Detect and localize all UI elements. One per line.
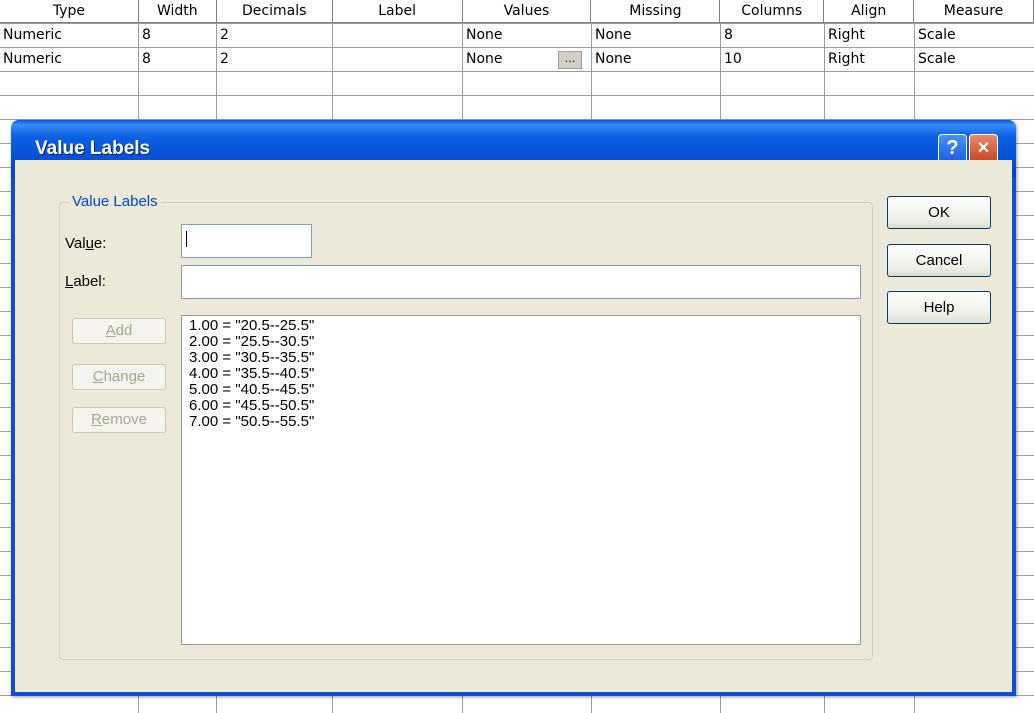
cell-measure[interactable]: Scale	[915, 48, 1034, 71]
dialog-title: Value Labels	[35, 138, 151, 159]
cell-missing[interactable]: None	[592, 48, 720, 71]
values-ellipsis-button[interactable]: ...	[558, 51, 582, 69]
label-field-label: Label:	[65, 273, 106, 290]
column-header-measure[interactable]: Measure	[914, 0, 1034, 23]
cell-columns[interactable]: 10	[721, 48, 824, 71]
list-item[interactable]: 7.00 = "50.5--55.5"	[189, 414, 860, 430]
remove-button[interactable]: Remove	[72, 407, 166, 433]
value-labels-dialog: Value Labels ? × Value Labels Value: Lab…	[11, 120, 1016, 696]
cell-measure[interactable]: Scale	[915, 24, 1034, 47]
cell-decimals[interactable]: 2	[217, 24, 332, 47]
column-header-decimals[interactable]: Decimals	[216, 0, 333, 23]
column-header-values[interactable]: Values	[462, 0, 592, 23]
cancel-button[interactable]: Cancel	[887, 244, 991, 277]
help-icon[interactable]: ?	[938, 134, 967, 163]
cell-type[interactable]: Numeric	[0, 48, 138, 71]
ok-button[interactable]: OK	[887, 196, 991, 229]
column-header-width[interactable]: Width	[138, 0, 217, 23]
change-button[interactable]: Change	[72, 364, 166, 390]
table-row: Numeric 8 2 None ... None 10 Right Scale	[0, 48, 1034, 71]
value-field-label: Value:	[65, 235, 107, 252]
value-labels-list[interactable]: 1.00 = "20.5--25.5" 2.00 = "25.5--30.5" …	[181, 315, 861, 645]
groupbox-label: Value Labels	[69, 193, 161, 210]
cell-type[interactable]: Numeric	[0, 24, 138, 47]
list-item[interactable]: 6.00 = "45.5--50.5"	[189, 398, 860, 414]
cell-columns[interactable]: 8	[721, 24, 824, 47]
close-icon[interactable]: ×	[969, 134, 998, 163]
cell-missing[interactable]: None	[592, 24, 720, 47]
table-row: Numeric 8 2 None None 8 Right Scale	[0, 24, 1034, 47]
cell-label[interactable]	[333, 48, 462, 71]
list-item[interactable]: 5.00 = "40.5--45.5"	[189, 382, 860, 398]
help-button[interactable]: Help	[887, 291, 991, 324]
column-header-columns[interactable]: Columns	[720, 0, 825, 23]
text-caret	[186, 231, 187, 247]
label-input[interactable]	[181, 265, 861, 299]
list-item[interactable]: 2.00 = "25.5--30.5"	[189, 334, 860, 350]
cell-width[interactable]: 8	[139, 24, 216, 47]
cell-values[interactable]: None	[463, 48, 553, 71]
cell-decimals[interactable]: 2	[217, 48, 332, 71]
cell-label[interactable]	[333, 24, 462, 47]
add-button[interactable]: Add	[72, 318, 166, 344]
list-item[interactable]: 3.00 = "30.5--35.5"	[189, 350, 860, 366]
column-header-label[interactable]: Label	[332, 0, 463, 23]
cell-width[interactable]: 8	[139, 48, 216, 71]
dialog-client-area: Value Labels Value: Label: Add Change Re…	[15, 160, 1012, 692]
value-input[interactable]	[181, 224, 312, 258]
list-item[interactable]: 4.00 = "35.5--40.5"	[189, 366, 860, 382]
column-header-align[interactable]: Align	[824, 0, 915, 23]
column-header-missing[interactable]: Missing	[591, 0, 721, 23]
cell-values[interactable]: None	[463, 24, 591, 47]
list-item[interactable]: 1.00 = "20.5--25.5"	[189, 318, 860, 334]
cell-align[interactable]: Right	[825, 24, 914, 47]
column-header-row: Type Width Decimals Label Values Missing…	[0, 0, 1034, 23]
column-header-type[interactable]: Type	[0, 0, 139, 23]
cell-align[interactable]: Right	[825, 48, 914, 71]
